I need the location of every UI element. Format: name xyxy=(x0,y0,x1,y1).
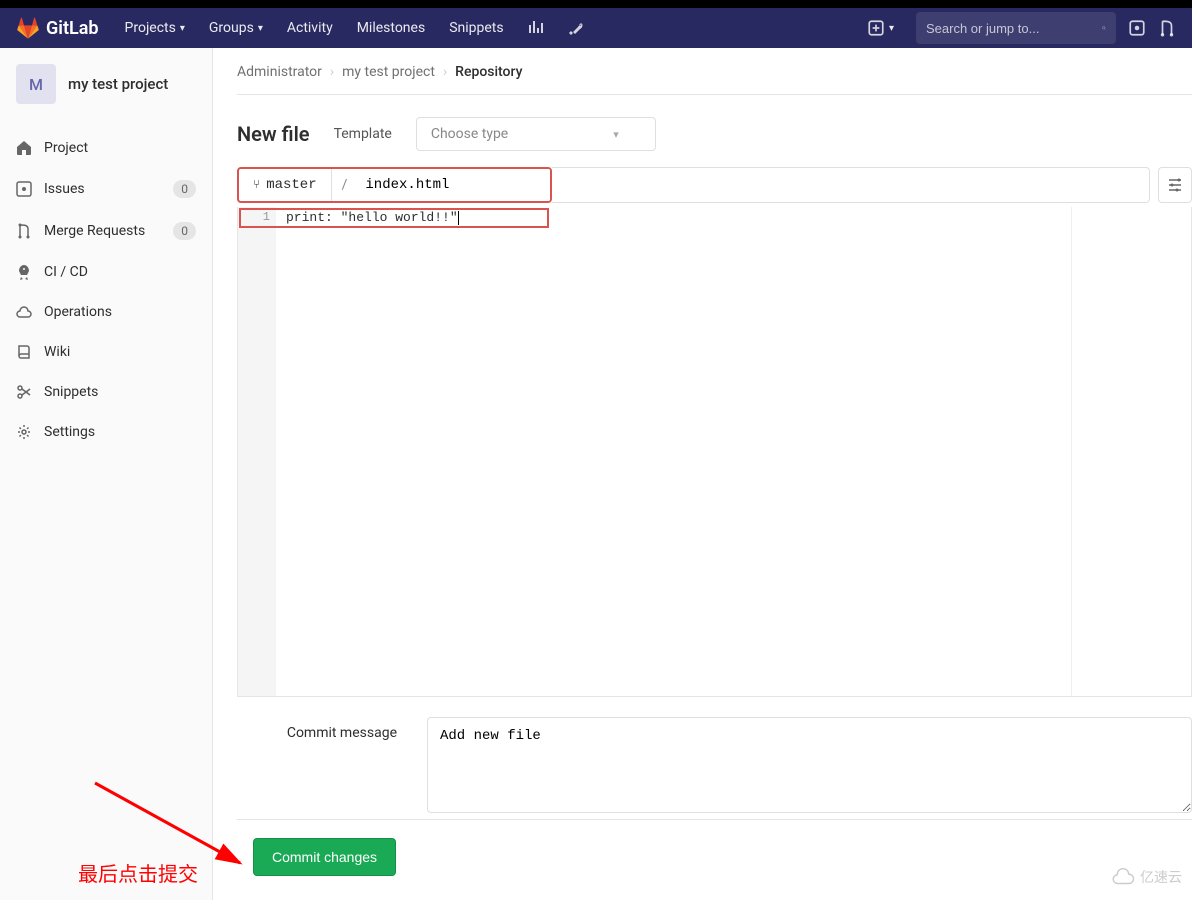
sidebar-item-cicd[interactable]: CI / CD xyxy=(0,252,212,292)
watermark: 亿速云 xyxy=(1110,867,1182,887)
breadcrumb: Administrator › my test project › Reposi… xyxy=(237,64,1192,95)
filename-input[interactable] xyxy=(357,169,550,201)
text-cursor xyxy=(458,211,459,225)
scissors-icon xyxy=(16,384,32,400)
line-gutter: 1 xyxy=(238,207,276,696)
gear-icon xyxy=(16,424,32,440)
branch-icon: ⑂ xyxy=(253,178,260,192)
template-select[interactable]: Choose type ▾ xyxy=(416,117,656,151)
home-icon xyxy=(16,140,32,156)
brand-text: GitLab xyxy=(46,18,99,39)
commit-changes-button[interactable]: Commit changes xyxy=(253,838,396,876)
template-label: Template xyxy=(334,126,392,142)
nav-milestones[interactable]: Milestones xyxy=(347,14,436,42)
search-input[interactable] xyxy=(926,21,1102,36)
search-box[interactable] xyxy=(916,12,1116,44)
commit-message-input[interactable] xyxy=(427,717,1192,813)
sidebar-item-project[interactable]: Project xyxy=(0,128,212,168)
project-header[interactable]: M my test project xyxy=(0,48,212,120)
breadcrumb-project[interactable]: my test project xyxy=(342,64,435,80)
nav-activity[interactable]: Activity xyxy=(277,14,343,42)
settings-icon xyxy=(1167,177,1183,193)
sidebar-item-snippets[interactable]: Snippets xyxy=(0,372,212,412)
issues-badge: 0 xyxy=(173,180,196,198)
breadcrumb-administrator[interactable]: Administrator xyxy=(237,64,322,80)
page-title: New file xyxy=(237,122,310,146)
book-icon xyxy=(16,344,32,360)
branch-filename-box: ⑂ master / xyxy=(237,167,552,203)
gitlab-logo[interactable]: GitLab xyxy=(16,16,99,40)
chevron-down-icon: ▾ xyxy=(613,128,619,141)
editor-settings-button[interactable] xyxy=(1158,167,1192,203)
nav-admin-icon[interactable] xyxy=(558,14,594,42)
mr-badge: 0 xyxy=(173,222,196,240)
nav-groups[interactable]: Groups▾ xyxy=(199,14,273,42)
branch-name[interactable]: ⑂ master xyxy=(239,169,332,201)
gitlab-icon xyxy=(16,16,40,40)
issues-icon xyxy=(16,181,32,197)
commit-message-label: Commit message xyxy=(237,717,397,741)
main-content: Administrator › my test project › Reposi… xyxy=(213,48,1192,900)
issues-icon[interactable] xyxy=(1128,19,1146,37)
chevron-down-icon: ▾ xyxy=(180,23,185,34)
nav-snippets[interactable]: Snippets xyxy=(439,14,513,42)
chevron-down-icon: ▾ xyxy=(889,23,894,34)
code-area[interactable]: print: "hello world!!" xyxy=(276,207,1191,696)
nav-projects[interactable]: Projects▾ xyxy=(115,14,195,42)
sidebar-item-operations[interactable]: Operations xyxy=(0,292,212,332)
new-button[interactable]: ▾ xyxy=(857,13,904,43)
sidebar: M my test project Project Issues 0 Merge… xyxy=(0,48,213,900)
project-avatar: M xyxy=(16,64,56,104)
breadcrumb-current: Repository xyxy=(455,64,522,80)
search-icon xyxy=(1102,19,1106,37)
sidebar-item-settings[interactable]: Settings xyxy=(0,412,212,452)
sidebar-item-merge-requests[interactable]: Merge Requests 0 xyxy=(0,210,212,252)
rocket-icon xyxy=(16,264,32,280)
sidebar-item-wiki[interactable]: Wiki xyxy=(0,332,212,372)
code-editor[interactable]: 1 print: "hello world!!" xyxy=(237,207,1192,697)
merge-icon xyxy=(16,223,32,239)
merge-requests-icon[interactable] xyxy=(1158,19,1176,37)
cloud-icon xyxy=(16,304,32,320)
top-navbar: GitLab Projects▾ Groups▾ Activity Milest… xyxy=(0,8,1192,48)
chevron-down-icon: ▾ xyxy=(258,23,263,34)
project-name: my test project xyxy=(68,75,168,93)
nav-analytics-icon[interactable] xyxy=(518,14,554,42)
sidebar-item-issues[interactable]: Issues 0 xyxy=(0,168,212,210)
